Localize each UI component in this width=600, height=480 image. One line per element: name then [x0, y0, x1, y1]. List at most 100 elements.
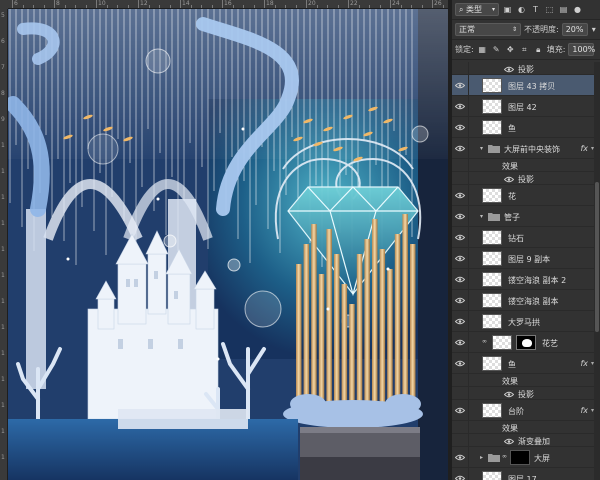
- effect-visibility-eye-icon[interactable]: [504, 437, 514, 445]
- visibility-eye-icon[interactable]: [455, 255, 465, 263]
- visibility-column-divider: [468, 227, 469, 247]
- opacity-input[interactable]: 20%: [561, 23, 588, 36]
- layer-row[interactable]: 图层 43 拷贝: [452, 75, 594, 96]
- ruler-tick-label: 1: [1, 324, 5, 331]
- document-canvas[interactable]: [8, 9, 448, 480]
- layer-effects-icon[interactable]: fx: [580, 144, 588, 153]
- ruler-minor-tick: [421, 5, 423, 8]
- layer-row[interactable]: ▾ 管子: [452, 206, 594, 227]
- layer-effects-icon[interactable]: fx: [580, 359, 588, 368]
- visibility-eye-icon[interactable]: [455, 360, 465, 368]
- layer-effect-row[interactable]: 投影: [452, 387, 594, 400]
- blend-mode-select[interactable]: 正常 ⇕: [455, 23, 521, 36]
- layer-effect-row[interactable]: 投影: [452, 172, 594, 185]
- layers-scrollbar[interactable]: [594, 62, 600, 480]
- visibility-column-divider: [468, 75, 469, 95]
- visibility-eye-icon[interactable]: [455, 339, 465, 347]
- layer-name: 投影: [518, 174, 534, 184]
- layer-row[interactable]: 钻石: [452, 227, 594, 248]
- visibility-eye-icon[interactable]: [455, 213, 465, 221]
- link-icon[interactable]: ∞: [502, 453, 508, 462]
- organ-pipe: [311, 224, 317, 404]
- layer-row[interactable]: 图层 17: [452, 468, 594, 480]
- visibility-column-divider: [468, 290, 469, 310]
- filter-smart-object-icon[interactable]: ▤: [558, 4, 569, 15]
- layer-effects-icon[interactable]: fx: [580, 406, 588, 415]
- visibility-eye-icon[interactable]: [455, 407, 465, 415]
- layer-effect-row[interactable]: 投影: [452, 62, 594, 75]
- folder-icon: [488, 144, 500, 153]
- effect-visibility-eye-icon[interactable]: [504, 390, 514, 398]
- layer-row[interactable]: 大罗马拱: [452, 311, 594, 332]
- filter-pixel-icon[interactable]: ▣: [502, 4, 513, 15]
- layer-row[interactable]: ▸ ∞ 大屏: [452, 447, 594, 468]
- link-icon[interactable]: ∞: [482, 338, 488, 347]
- visibility-column-divider: [468, 387, 469, 399]
- visibility-eye-icon[interactable]: [455, 297, 465, 305]
- effect-visibility-eye-icon[interactable]: [504, 175, 514, 183]
- visibility-column-divider: [468, 269, 469, 289]
- layer-row[interactable]: 镂空海浪 副本 2: [452, 269, 594, 290]
- lock-position-icon[interactable]: ✥: [505, 44, 516, 55]
- filter-toggle-icon[interactable]: ●: [572, 4, 583, 15]
- visibility-eye-icon[interactable]: [455, 234, 465, 242]
- visibility-eye-icon[interactable]: [455, 192, 465, 200]
- collapse-arrow-icon[interactable]: ▾: [480, 145, 483, 152]
- layer-effect-row[interactable]: 效果: [452, 159, 594, 172]
- chevron-down-icon[interactable]: ▾: [591, 24, 597, 35]
- visibility-eye-icon[interactable]: [455, 103, 465, 111]
- layer-row[interactable]: ▾ 大屏前中央装饰 fx ▾: [452, 138, 594, 159]
- layer-name: 大屏: [534, 453, 550, 463]
- lock-artboard-icon[interactable]: ⌗: [519, 44, 530, 55]
- layer-row[interactable]: 花: [452, 185, 594, 206]
- layer-effect-row[interactable]: 渐变叠加: [452, 434, 594, 447]
- layer-thumbnail: [482, 356, 502, 371]
- vertical-ruler[interactable]: 5 6 7 8 9 1 1 1 1 1 1 1 1 1 1 1 1 1: [0, 9, 8, 480]
- lock-transparent-icon[interactable]: ▦: [477, 44, 488, 55]
- layer-mask-thumbnail[interactable]: [510, 450, 530, 465]
- visibility-eye-icon[interactable]: [455, 318, 465, 326]
- ruler-minor-tick: [127, 5, 129, 8]
- layer-row[interactable]: 鱼: [452, 117, 594, 138]
- layer-name: 镂空海浪 副本 2: [508, 275, 567, 285]
- effect-visibility-eye-icon[interactable]: [504, 65, 514, 73]
- layer-name: 效果: [502, 376, 518, 386]
- layer-effect-row[interactable]: 效果: [452, 421, 594, 434]
- scrollbar-thumb[interactable]: [595, 182, 599, 332]
- ruler-tick-label: 1: [1, 142, 5, 149]
- visibility-eye-icon[interactable]: [455, 454, 465, 462]
- ruler-tick: [264, 0, 265, 8]
- fill-input[interactable]: 100%: [568, 43, 595, 56]
- visibility-eye-icon[interactable]: [455, 276, 465, 284]
- layer-name: 钻石: [508, 233, 524, 243]
- visibility-eye-icon[interactable]: [455, 475, 465, 480]
- visibility-eye-icon[interactable]: [455, 145, 465, 153]
- filter-shape-icon[interactable]: ⬚: [544, 4, 555, 15]
- filter-adjustment-icon[interactable]: ◐: [516, 4, 527, 15]
- layer-row[interactable]: 镂空海浪 副本: [452, 290, 594, 311]
- layer-row[interactable]: 图层 9 副本: [452, 248, 594, 269]
- visibility-eye-icon[interactable]: [455, 124, 465, 132]
- expand-arrow-icon[interactable]: ▾: [480, 213, 483, 220]
- ruler-tick-label: 10: [98, 0, 106, 7]
- horizontal-ruler[interactable]: 6 8 10 12 14 16 18 20 22 24 26: [8, 0, 465, 9]
- collapse-arrow-icon[interactable]: ▸: [480, 454, 483, 461]
- visibility-eye-icon[interactable]: [455, 82, 465, 90]
- ruler-tick-label: 1: [1, 168, 5, 175]
- layer-row[interactable]: 台阶 fx ▾: [452, 400, 594, 421]
- layer-effect-row[interactable]: 效果: [452, 374, 594, 387]
- layer-row[interactable]: 鱼 fx ▾: [452, 353, 594, 374]
- filter-kind-select[interactable]: ⌕ 类型 ▾: [455, 3, 499, 16]
- layer-thumbnail: [482, 230, 502, 245]
- fill-label: 填充:: [546, 45, 566, 54]
- lock-all-icon[interactable]: 🔒︎: [533, 44, 544, 55]
- organ-pipe: [364, 239, 370, 404]
- ruler-tick-label: 1: [1, 454, 5, 461]
- layer-mask-thumbnail[interactable]: [516, 335, 536, 350]
- lock-image-icon[interactable]: ✎: [491, 44, 502, 55]
- filter-type-icon[interactable]: T: [530, 4, 541, 15]
- ruler-minor-tick: [148, 5, 150, 8]
- ruler-tick-label: 1: [1, 376, 5, 383]
- layer-row[interactable]: 图层 42: [452, 96, 594, 117]
- layer-row[interactable]: ∞ 花艺: [452, 332, 594, 353]
